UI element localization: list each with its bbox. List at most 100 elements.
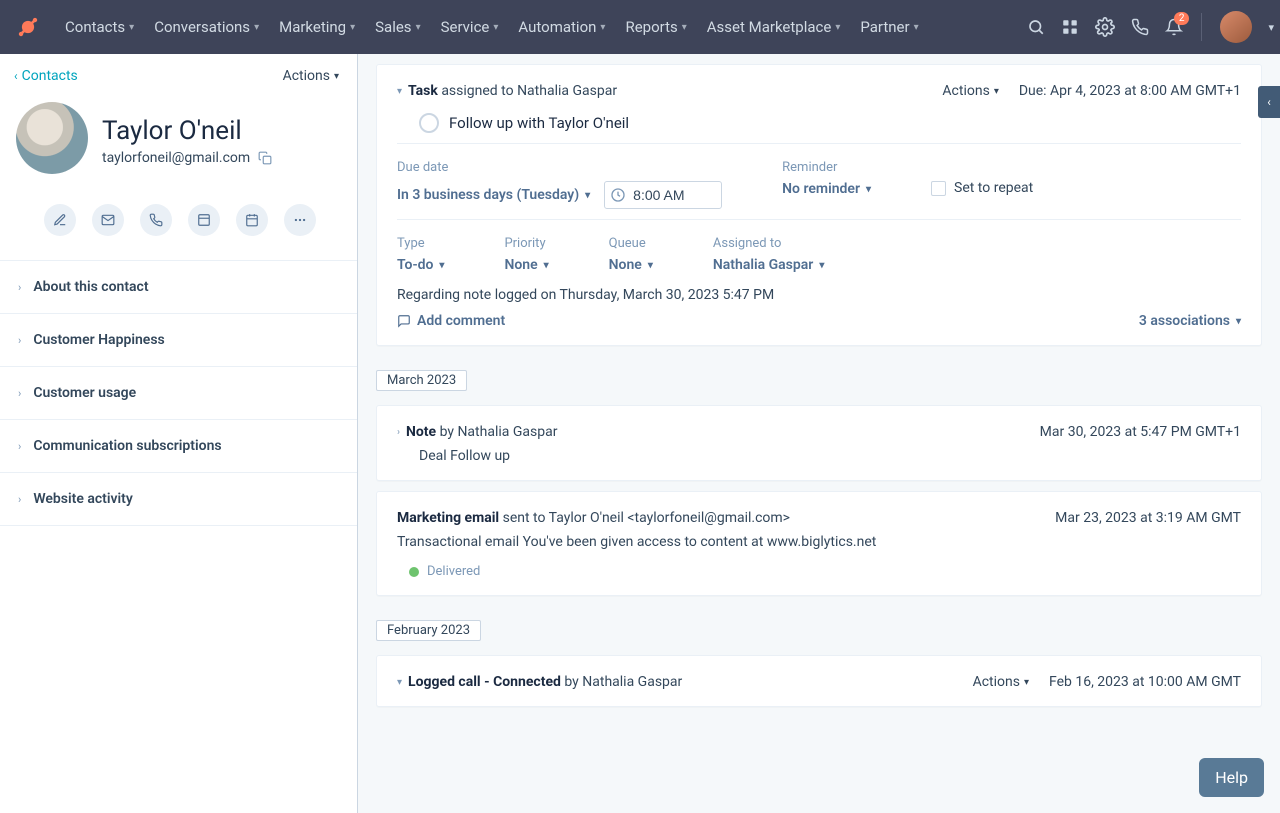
create-task-icon[interactable] xyxy=(236,204,268,236)
reminder-select[interactable]: No reminder▾ xyxy=(782,181,871,197)
assigned-label: Assigned to xyxy=(713,236,824,251)
nav-partner[interactable]: Partner▾ xyxy=(851,12,927,42)
chevron-down-icon: ▾ xyxy=(350,22,355,33)
marketplace-icon[interactable] xyxy=(1061,18,1079,36)
chevron-down-icon: ▾ xyxy=(439,260,444,271)
delivered-status-icon xyxy=(409,567,419,577)
accordion-communication[interactable]: › Communication subscriptions xyxy=(0,420,357,473)
chevron-right-icon: › xyxy=(18,334,21,347)
queue-select[interactable]: None▾ xyxy=(609,257,653,273)
nav-sales[interactable]: Sales▾ xyxy=(366,12,429,42)
accordion-about[interactable]: › About this contact xyxy=(0,261,357,314)
chevron-right-icon: › xyxy=(18,440,21,453)
nav-asset-marketplace[interactable]: Asset Marketplace▾ xyxy=(698,12,850,42)
divider xyxy=(397,219,1241,220)
task-complete-checkbox[interactable] xyxy=(419,113,439,133)
nav-automation[interactable]: Automation▾ xyxy=(509,12,614,42)
call-actions-button[interactable]: Actions ▾ xyxy=(973,674,1029,690)
chevron-down-icon: ▾ xyxy=(334,71,339,82)
chevron-down-icon: ▾ xyxy=(648,260,653,271)
chevron-down-icon: ▾ xyxy=(819,260,824,271)
chevron-right-icon: › xyxy=(18,387,21,400)
clock-icon xyxy=(610,187,626,203)
chevron-down-icon: ▾ xyxy=(416,22,421,33)
more-actions-icon[interactable] xyxy=(284,204,316,236)
divider xyxy=(397,143,1241,144)
nav-marketing[interactable]: Marketing▾ xyxy=(270,12,364,42)
collapse-icon[interactable]: ▾ xyxy=(397,677,402,688)
accordion-usage[interactable]: › Customer usage xyxy=(0,367,357,420)
email-header: Marketing email sent to Taylor O'neil <t… xyxy=(397,510,1035,526)
task-actions-button[interactable]: Actions ▾ xyxy=(942,83,998,99)
account-menu-chevron-icon[interactable]: ▾ xyxy=(1268,21,1274,34)
settings-icon[interactable] xyxy=(1095,17,1115,37)
note-date: Mar 30, 2023 at 5:47 PM GMT+1 xyxy=(1040,424,1241,440)
accordion-website-activity[interactable]: › Website activity xyxy=(0,473,357,526)
priority-label: Priority xyxy=(504,236,548,251)
drawer-toggle[interactable]: ‹ xyxy=(1258,86,1280,118)
email-body: Transactional email You've been given ac… xyxy=(397,534,1241,550)
chevron-down-icon: ▾ xyxy=(914,22,919,33)
type-label: Type xyxy=(397,236,444,251)
due-date-label: Due date xyxy=(397,160,722,175)
left-panel: ‹ Contacts Actions ▾ Taylor O'neil taylo… xyxy=(0,54,358,813)
chevron-down-icon: ▾ xyxy=(866,184,871,195)
priority-select[interactable]: None▾ xyxy=(504,257,548,273)
task-header: Task assigned to Nathalia Gaspar xyxy=(408,83,936,99)
nav-links: Contacts▾ Conversations▾ Marketing▾ Sale… xyxy=(56,12,928,42)
contact-actions-button[interactable]: Actions ▾ xyxy=(283,68,339,84)
copy-email-icon[interactable] xyxy=(258,151,272,165)
notifications-icon[interactable]: 2 xyxy=(1165,18,1183,36)
chevron-down-icon: ▾ xyxy=(835,22,840,33)
help-button[interactable]: Help xyxy=(1199,758,1264,797)
collapse-icon[interactable]: ▾ xyxy=(397,86,402,97)
nav-reports[interactable]: Reports▾ xyxy=(616,12,695,42)
logged-call-card: ▾ Logged call - Connected by Nathalia Ga… xyxy=(376,655,1262,707)
nav-service[interactable]: Service▾ xyxy=(432,12,508,42)
accordion-happiness[interactable]: › Customer Happiness xyxy=(0,314,357,367)
make-call-icon[interactable] xyxy=(140,204,172,236)
contact-email: taylorfoneil@gmail.com xyxy=(102,150,250,166)
nav-conversations[interactable]: Conversations▾ xyxy=(145,12,268,42)
note-card: › Note by Nathalia Gaspar Mar 30, 2023 a… xyxy=(376,405,1262,481)
chevron-right-icon: › xyxy=(18,493,21,506)
expand-icon[interactable]: › xyxy=(397,427,400,438)
associations-button[interactable]: 3 associations▾ xyxy=(1139,313,1241,329)
chevron-down-icon: ▾ xyxy=(1236,316,1241,327)
chevron-down-icon: ▾ xyxy=(682,22,687,33)
type-select[interactable]: To-do▾ xyxy=(397,257,444,273)
note-header: Note by Nathalia Gaspar xyxy=(406,424,1020,440)
phone-icon[interactable] xyxy=(1131,18,1149,36)
repeat-checkbox[interactable] xyxy=(931,181,946,196)
queue-label: Queue xyxy=(609,236,653,251)
user-avatar[interactable] xyxy=(1220,11,1252,43)
email-date: Mar 23, 2023 at 3:19 AM GMT xyxy=(1055,510,1241,526)
contact-name: Taylor O'neil xyxy=(102,116,272,146)
month-february: February 2023 xyxy=(376,620,481,641)
chevron-left-icon: ‹ xyxy=(1267,95,1271,109)
search-icon[interactable] xyxy=(1027,18,1045,36)
due-date-select[interactable]: In 3 business days (Tuesday)▾ xyxy=(397,187,590,203)
timeline-panel[interactable]: ▾ Task assigned to Nathalia Gaspar Actio… xyxy=(358,54,1280,813)
assigned-select[interactable]: Nathalia Gaspar▾ xyxy=(713,257,824,273)
marketing-email-card: Marketing email sent to Taylor O'neil <t… xyxy=(376,491,1262,596)
chevron-down-icon: ▾ xyxy=(585,190,590,201)
chevron-down-icon: ▾ xyxy=(1024,677,1029,688)
add-comment-button[interactable]: Add comment xyxy=(397,313,505,329)
month-march: March 2023 xyxy=(376,370,467,391)
back-contacts-link[interactable]: ‹ Contacts xyxy=(14,68,78,84)
chevron-down-icon: ▾ xyxy=(129,22,134,33)
chevron-down-icon: ▾ xyxy=(600,22,605,33)
nav-contacts[interactable]: Contacts▾ xyxy=(56,12,143,42)
call-date: Feb 16, 2023 at 10:00 AM GMT xyxy=(1049,674,1241,690)
notification-count: 2 xyxy=(1174,12,1190,25)
chevron-right-icon: › xyxy=(18,281,21,294)
task-due-heading: Due: Apr 4, 2023 at 8:00 AM GMT+1 xyxy=(1019,83,1241,99)
nav-separator xyxy=(1201,13,1202,41)
contact-avatar[interactable] xyxy=(16,102,88,174)
hubspot-logo-icon[interactable] xyxy=(14,13,42,41)
log-activity-icon[interactable] xyxy=(188,204,220,236)
compose-note-icon[interactable] xyxy=(44,204,76,236)
task-title: Follow up with Taylor O'neil xyxy=(449,114,629,132)
send-email-icon[interactable] xyxy=(92,204,124,236)
